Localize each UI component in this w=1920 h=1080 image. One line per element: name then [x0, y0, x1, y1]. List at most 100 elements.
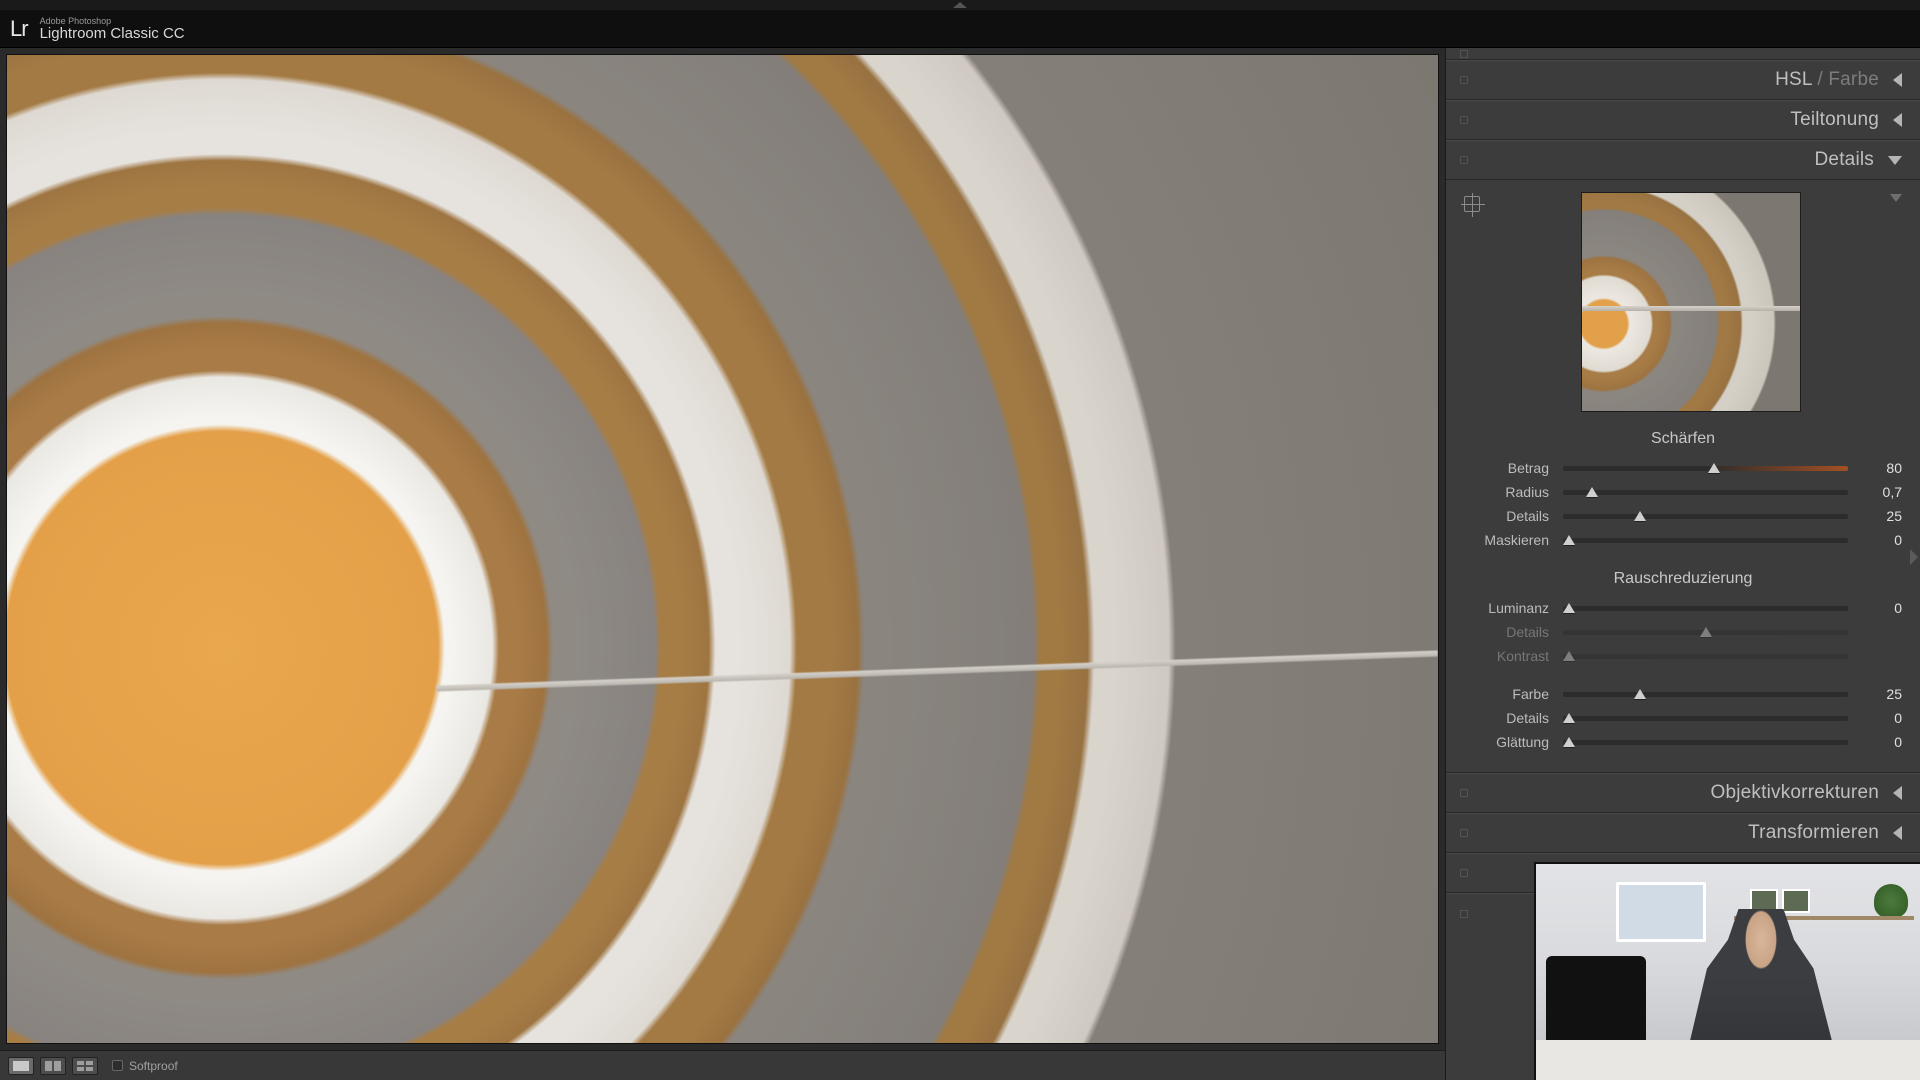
- panel-header-hsl-farbe[interactable]: HSL / Farbe: [1446, 60, 1920, 100]
- slider-row-radius: Radius 0,7: [1464, 480, 1902, 504]
- hsl-label: HSL: [1775, 69, 1812, 90]
- webcam-desk: [1536, 1040, 1920, 1080]
- hsl-sep: /: [1812, 69, 1828, 90]
- right-panel-hide-handle[interactable]: [1910, 549, 1920, 579]
- panel-toggle-icon[interactable]: [1460, 829, 1468, 837]
- slider-row-farbe-details: Details 0: [1464, 706, 1902, 730]
- panel-title-details: Details: [1815, 149, 1874, 171]
- develop-right-panel: HSL / Farbe Teiltonung Details Schärfen …: [1445, 48, 1920, 1080]
- detail-target-picker-icon[interactable]: [1464, 196, 1480, 212]
- expand-arrow-icon: [1888, 156, 1902, 165]
- slider-label: Radius: [1464, 484, 1549, 500]
- slider-thumb-icon: [1563, 651, 1575, 661]
- slider-thumb-icon[interactable]: [1563, 535, 1575, 545]
- panel-toggle-icon[interactable]: [1460, 789, 1468, 797]
- noise-group-label: Rauschreduzierung: [1464, 570, 1902, 588]
- farbe-details-slider[interactable]: [1563, 716, 1848, 721]
- slider-value[interactable]: 25: [1862, 686, 1902, 702]
- collapse-arrow-icon: [1893, 113, 1902, 127]
- slider-thumb-icon[interactable]: [1586, 487, 1598, 497]
- detail-disclosure-icon[interactable]: [1890, 194, 1902, 202]
- slider-value[interactable]: 0,7: [1862, 484, 1902, 500]
- slider-row-farbe: Farbe 25: [1464, 682, 1902, 706]
- panel-header-objektivkorrekturen[interactable]: Objektivkorrekturen: [1446, 773, 1920, 813]
- slider-thumb-icon[interactable]: [1634, 689, 1646, 699]
- radius-slider[interactable]: [1563, 490, 1848, 495]
- slider-value[interactable]: 80: [1862, 460, 1902, 476]
- betrag-slider[interactable]: [1563, 466, 1848, 471]
- top-panel-collapse-handle[interactable]: [0, 0, 1920, 10]
- image-viewer[interactable]: [0, 48, 1445, 1050]
- slider-label: Luminanz: [1464, 600, 1549, 616]
- panel-header-gradationskurve[interactable]: [1446, 48, 1920, 60]
- webcam-monitor: [1546, 956, 1646, 1046]
- panel-toggle-icon[interactable]: [1460, 869, 1468, 877]
- luminanz-details-slider: [1563, 630, 1848, 635]
- panel-title-hsl-farbe: HSL / Farbe: [1775, 69, 1879, 91]
- panel-title-objektivkorrekturen: Objektivkorrekturen: [1710, 782, 1879, 804]
- slider-label: Details: [1464, 710, 1549, 726]
- survey-view-button[interactable]: [72, 1057, 98, 1075]
- slider-label: Details: [1464, 624, 1549, 640]
- panel-header-transformieren[interactable]: Transformieren: [1446, 813, 1920, 853]
- slider-value[interactable]: 0: [1862, 532, 1902, 548]
- slider-row-luminanz-kontrast: Kontrast: [1464, 644, 1902, 668]
- slider-thumb-icon[interactable]: [1563, 737, 1575, 747]
- panel-toggle-icon[interactable]: [1460, 116, 1468, 124]
- slider-value[interactable]: 0: [1862, 710, 1902, 726]
- panel-toggle-icon[interactable]: [1460, 50, 1468, 58]
- glaettung-slider[interactable]: [1563, 740, 1848, 745]
- slider-label: Glättung: [1464, 734, 1549, 750]
- softproof-label: Softproof: [129, 1059, 178, 1073]
- slider-value[interactable]: 0: [1862, 734, 1902, 750]
- webcam-plant: [1874, 884, 1908, 918]
- slider-label: Betrag: [1464, 460, 1549, 476]
- mask-slider[interactable]: [1563, 538, 1848, 543]
- luminanz-kontrast-slider: [1563, 654, 1848, 659]
- app-logo: Lr: [10, 16, 28, 42]
- app-name: Adobe Photoshop Lightroom Classic CC: [40, 17, 185, 41]
- collapse-arrow-icon: [1893, 73, 1902, 87]
- main-area: Softproof: [0, 48, 1445, 1080]
- slider-thumb-icon[interactable]: [1563, 603, 1575, 613]
- slider-value[interactable]: 25: [1862, 508, 1902, 524]
- farbe-slider[interactable]: [1563, 692, 1848, 697]
- panel-toggle-icon[interactable]: [1460, 76, 1468, 84]
- panel-toggle-icon[interactable]: [1460, 910, 1468, 918]
- slider-row-luminanz: Luminanz 0: [1464, 596, 1902, 620]
- slider-row-betrag: Betrag 80: [1464, 456, 1902, 480]
- panel-title-transformieren: Transformieren: [1748, 822, 1879, 844]
- detail-preview-thumbnail[interactable]: [1581, 192, 1801, 412]
- sharpen-group-label: Schärfen: [1464, 430, 1902, 448]
- slider-label: Farbe: [1464, 686, 1549, 702]
- slider-thumb-icon[interactable]: [1563, 713, 1575, 723]
- slider-label: Maskieren: [1464, 532, 1549, 548]
- details-panel-body: Schärfen Betrag 80 Radius 0,7 Details 25…: [1446, 180, 1920, 773]
- app-name-line2: Lightroom Classic CC: [40, 26, 185, 41]
- slider-value[interactable]: 0: [1862, 600, 1902, 616]
- slider-row-glaettung: Glättung 0: [1464, 730, 1902, 754]
- slider-row-luminanz-details: Details: [1464, 620, 1902, 644]
- viewer-toolbar: Softproof: [0, 1050, 1445, 1080]
- slider-thumb-icon: [1700, 627, 1712, 637]
- loupe-photo[interactable]: [6, 54, 1439, 1044]
- luminanz-slider[interactable]: [1563, 606, 1848, 611]
- panel-header-teiltonung[interactable]: Teiltonung: [1446, 100, 1920, 140]
- collapse-arrow-icon: [1893, 826, 1902, 840]
- compare-view-button[interactable]: [40, 1057, 66, 1075]
- panel-header-details[interactable]: Details: [1446, 140, 1920, 180]
- collapse-arrow-icon: [1893, 786, 1902, 800]
- softproof-checkbox[interactable]: [112, 1060, 123, 1071]
- slider-label: Details: [1464, 508, 1549, 524]
- details-slider[interactable]: [1563, 514, 1848, 519]
- webcam-overlay: [1534, 862, 1920, 1080]
- slider-thumb-icon[interactable]: [1634, 511, 1646, 521]
- panel-title-teiltonung: Teiltonung: [1790, 109, 1879, 131]
- title-bar: Lr Adobe Photoshop Lightroom Classic CC: [0, 10, 1920, 48]
- slider-thumb-icon[interactable]: [1708, 463, 1720, 473]
- panel-toggle-icon[interactable]: [1460, 156, 1468, 164]
- slider-row-details: Details 25: [1464, 504, 1902, 528]
- slider-label: Kontrast: [1464, 648, 1549, 664]
- loupe-view-button[interactable]: [8, 1057, 34, 1075]
- webcam-window: [1616, 882, 1706, 942]
